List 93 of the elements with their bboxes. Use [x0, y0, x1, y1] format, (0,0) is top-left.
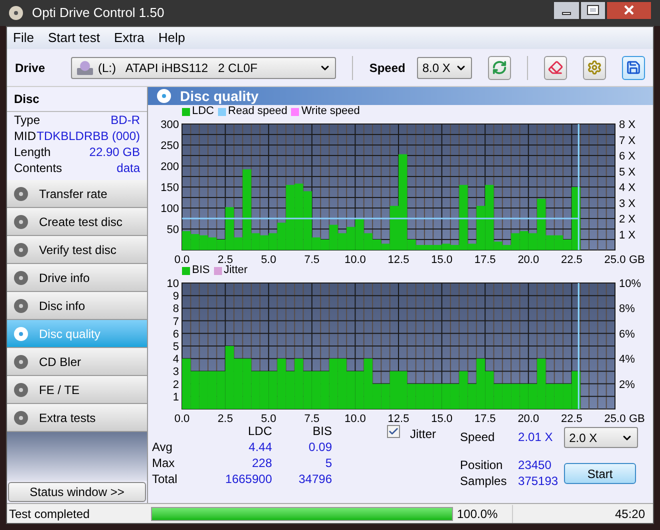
panel-heading: Disc — [7, 87, 147, 112]
column-header: LDC — [246, 423, 272, 440]
axis-label: 15.0 — [431, 413, 452, 423]
reading-label: Speed — [460, 429, 496, 446]
reading-label: Position — [460, 457, 504, 474]
legend-label: BIS — [192, 263, 210, 278]
row-label: Avg — [152, 439, 174, 456]
axis-label: 7.5 — [304, 254, 320, 264]
axis-label: 3 — [172, 366, 179, 378]
status-text: Test completed — [8, 506, 91, 522]
axis-label: 17.5 — [474, 254, 496, 264]
axis-label: 10.0 — [344, 413, 366, 423]
axis-label: 2.5 — [218, 413, 233, 423]
axis-label: 2.5 — [218, 254, 233, 264]
panel-title-bar: Disc quality — [148, 87, 653, 105]
axis-label: 1 X — [619, 229, 636, 242]
axis-label: 5.0 — [260, 254, 276, 264]
legend-label: Read speed — [228, 104, 288, 120]
row-label: Max — [152, 455, 176, 472]
reading-label: Samples — [460, 473, 508, 490]
axis-label: 25.0 — [604, 413, 626, 423]
axis-label: 6 — [172, 328, 179, 340]
axis-label: 300 — [160, 119, 179, 131]
axis-label: 50 — [166, 224, 179, 236]
row-label: Total — [152, 471, 178, 488]
axis-label: 22.5 — [561, 254, 582, 264]
axis-label: 12.5 — [388, 413, 410, 423]
axis-label: 4 X — [619, 182, 636, 194]
column-header: BIS — [312, 423, 332, 440]
stat-value: 1665900 — [224, 471, 272, 488]
axis-label: 7 — [172, 316, 179, 328]
axis-label: 150 — [160, 182, 179, 194]
axis-label: 7.5 — [304, 413, 320, 423]
axis-label: 10 — [166, 278, 179, 290]
axis-label: 9 — [172, 290, 179, 303]
axis-label: 2 — [172, 378, 179, 391]
axis-label: 22.5 — [561, 413, 582, 423]
axis-label: 10% — [619, 278, 642, 290]
axis-label: 20.0 — [518, 254, 540, 264]
axis-label: 17.5 — [474, 413, 496, 423]
axis-unit: GB — [629, 254, 645, 264]
stat-value: 5 — [324, 455, 332, 472]
reading-value: 2.01 X — [518, 429, 553, 446]
legend-label: Jitter — [224, 264, 248, 278]
axis-label: 200 — [160, 161, 179, 173]
axis-label: 6% — [619, 328, 635, 340]
info-value: 22.90 GB — [89, 144, 140, 161]
drive-value: (L:) ATAPI iHBS112 2 CL0F — [98, 60, 258, 76]
axis-label: 8% — [619, 303, 635, 316]
reading-value: 23450 — [518, 457, 552, 474]
axis-label: 6 X — [619, 150, 636, 162]
info-value: TDKBLDRBB (000) — [36, 128, 140, 145]
legend-label: Write speed — [301, 104, 360, 120]
stat-value: 34796 — [298, 471, 332, 488]
drive-label: Drive — [15, 60, 46, 76]
axis-label: 100 — [160, 203, 179, 215]
axis-label: 20.0 — [518, 413, 540, 423]
stat-value: 228 — [250, 455, 272, 472]
progress-percent: 100.0% — [453, 504, 513, 522]
axis-label: 7 X — [619, 134, 636, 147]
stat-value: 4.44 — [248, 439, 272, 456]
window-title: Opti Drive Control 1.50 — [32, 4, 164, 22]
axis-label: 25.0 — [604, 254, 626, 264]
stat-value: 0.09 — [308, 439, 332, 456]
info-value: data — [116, 160, 140, 177]
axis-label: 0.0 — [174, 254, 190, 264]
axis-label: 10.0 — [344, 254, 366, 264]
info-label: Contents — [14, 160, 62, 177]
axis-label: 5.0 — [260, 413, 276, 423]
info-value: BD-R — [110, 112, 140, 129]
axis-label: 12.5 — [388, 254, 410, 264]
speed-label: Speed — [369, 60, 406, 76]
axis-label: 1 — [172, 391, 179, 404]
info-label: MID — [14, 128, 36, 145]
axis-label: 250 — [160, 140, 179, 152]
axis-label: 2% — [619, 378, 635, 391]
axis-label: 8 X — [619, 119, 636, 131]
axis-label: 8 — [172, 303, 179, 316]
axis-label: 5 — [172, 341, 179, 353]
axis-unit: GB — [629, 413, 645, 423]
axis-label: 4 — [172, 354, 179, 366]
axis-label: 3 X — [619, 198, 636, 210]
axis-label: 2 X — [619, 214, 636, 226]
checkbox-label: Jitter — [410, 426, 436, 443]
reading-value: 375193 — [518, 473, 558, 490]
axis-label: 4% — [619, 354, 635, 366]
axis-label: 15.0 — [431, 254, 452, 264]
info-label: Type — [14, 112, 40, 129]
info-label: Length — [14, 144, 51, 161]
elapsed-time: 45:20 — [614, 506, 646, 522]
legend-label: LDC — [192, 104, 214, 120]
axis-label: 5 X — [619, 166, 636, 178]
axis-label: 0.0 — [174, 413, 190, 423]
